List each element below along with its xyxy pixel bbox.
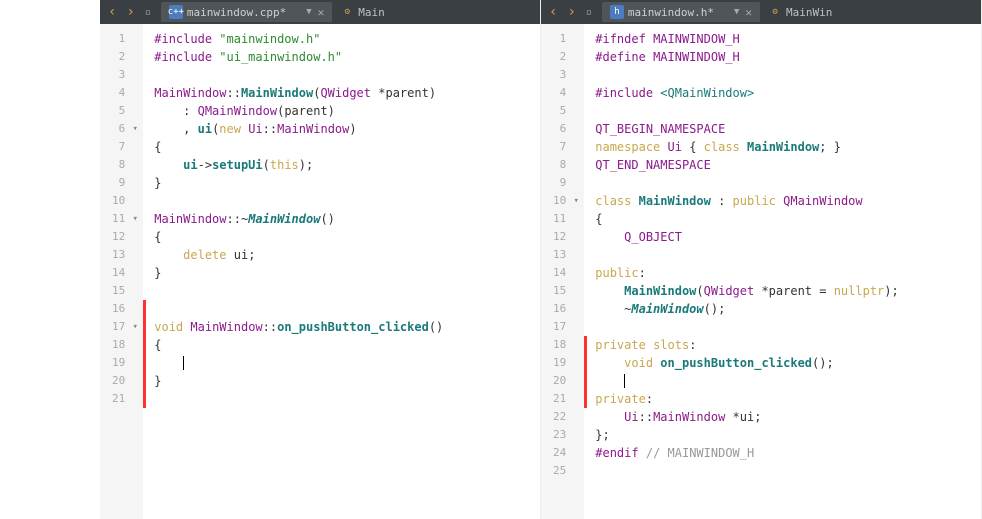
nav-forward-icon[interactable]: ›	[122, 4, 138, 20]
nav-back-icon[interactable]: ‹	[104, 4, 120, 20]
fold-column-right[interactable]: ▾	[572, 24, 584, 519]
fold-column-left[interactable]: ▾▾▾	[131, 24, 143, 519]
gutter-right: 1234567891011121314151617181920212223242…	[541, 24, 572, 519]
side-tab-label: Main	[358, 6, 385, 19]
cpp-file-icon: c++	[169, 5, 183, 19]
tab-dropdown-icon[interactable]: ▼	[734, 7, 739, 17]
left-editor-pane: ‹ › ▫ c++ mainwindow.cpp* ▼ ✕ ⚙ Main 123…	[100, 0, 541, 519]
nav-back-icon[interactable]: ‹	[545, 4, 561, 20]
bookmark-icon[interactable]: ▫	[141, 7, 155, 18]
h-file-icon: h	[610, 5, 624, 19]
tab-close-icon[interactable]: ✕	[745, 6, 752, 19]
tabbar-left: ‹ › ▫ c++ mainwindow.cpp* ▼ ✕ ⚙ Main	[100, 0, 540, 24]
link-icon: ⚙	[768, 5, 782, 19]
tab-close-icon[interactable]: ✕	[318, 6, 325, 19]
bookmark-icon[interactable]: ▫	[582, 7, 596, 18]
code-right[interactable]: #ifndef MAINWINDOW_H#define MAINWINDOW_H…	[587, 24, 981, 519]
side-tab-main[interactable]: ⚙ Main	[340, 5, 385, 19]
tabbar-right: ‹ › ▫ h mainwindow.h* ▼ ✕ ⚙ MainWin	[541, 0, 981, 24]
editor-left[interactable]: 123456789101112131415161718192021 ▾▾▾ #i…	[100, 24, 540, 519]
editor-right[interactable]: 1234567891011121314151617181920212223242…	[541, 24, 981, 519]
tab-h[interactable]: h mainwindow.h* ▼ ✕	[602, 2, 760, 22]
tab-label: mainwindow.cpp*	[187, 6, 286, 19]
right-editor-pane: ‹ › ▫ h mainwindow.h* ▼ ✕ ⚙ MainWin 1234…	[541, 0, 982, 519]
nav-forward-icon[interactable]: ›	[563, 4, 579, 20]
tab-cpp[interactable]: c++ mainwindow.cpp* ▼ ✕	[161, 2, 332, 22]
side-tab-label: MainWin	[786, 6, 832, 19]
gutter-left: 123456789101112131415161718192021	[100, 24, 131, 519]
link-icon: ⚙	[340, 5, 354, 19]
side-tab-mainwin[interactable]: ⚙ MainWin	[768, 5, 832, 19]
tab-dropdown-icon[interactable]: ▼	[306, 7, 311, 17]
code-left[interactable]: #include "mainwindow.h"#include "ui_main…	[146, 24, 540, 519]
tab-label: mainwindow.h*	[628, 6, 714, 19]
